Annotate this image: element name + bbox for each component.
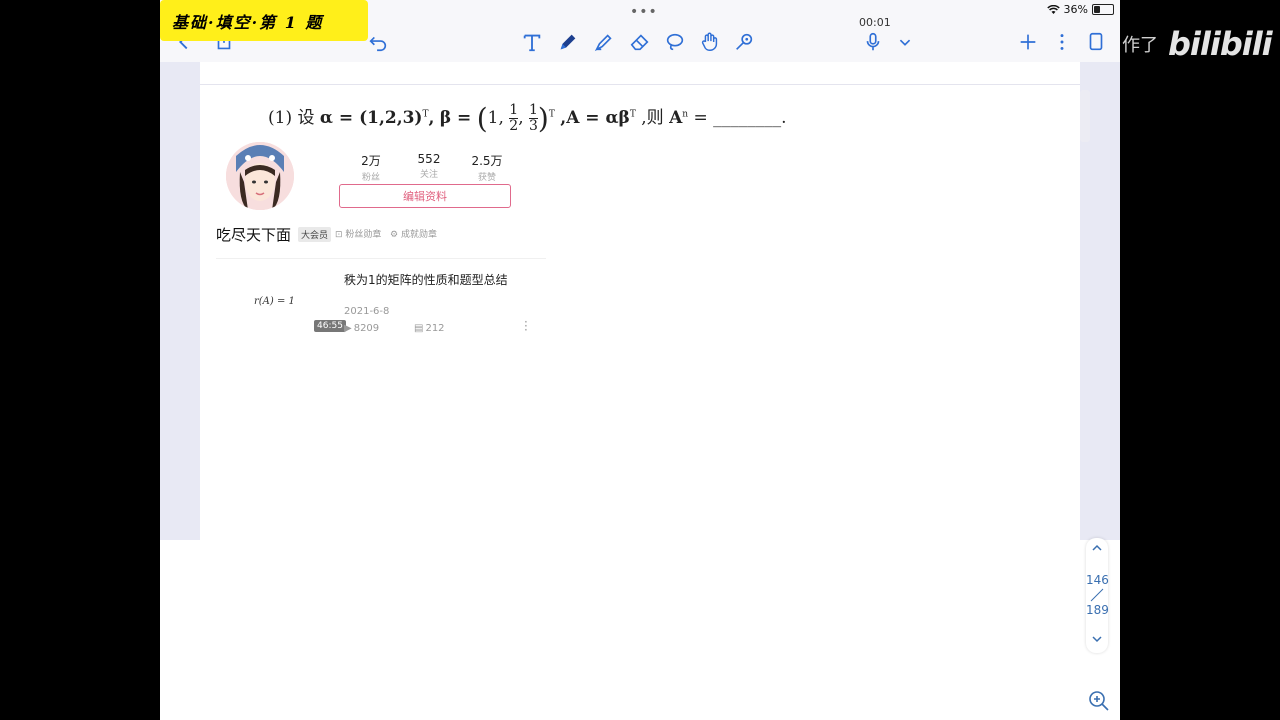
page-separator (1090, 588, 1104, 602)
microphone-icon[interactable] (861, 30, 885, 54)
chevron-down-icon[interactable] (893, 30, 917, 54)
bilibili-profile-overlay: 2万 粉丝 552 关注 2.5万 获赞 编辑资料 吃尽天下面 大会员 ⊡ 粉丝勋章 … (206, 138, 546, 348)
zoom-in-icon (1089, 691, 1109, 711)
beta-first: 1, (487, 108, 504, 128)
problem-number: (1) (268, 108, 293, 128)
hand-icon[interactable] (698, 30, 722, 54)
profile-stats: 2万 粉丝 552 关注 2.5万 获赞 (342, 152, 516, 183)
A-def-transpose: T (629, 109, 636, 120)
question-badge: 基础·填空·第 1 题 (160, 0, 368, 41)
edit-profile-button[interactable]: 编辑资料 (339, 184, 511, 208)
current-page: 146 (1086, 573, 1109, 587)
lasso-icon[interactable] (663, 30, 687, 54)
more-icon[interactable] (1050, 30, 1074, 54)
problem-statement: (1) 设 α = (1,2,3)T, β = (1, 12, 1 3)T ,A … (268, 102, 787, 135)
problem-prefix: 设 (297, 108, 315, 128)
video-comments: ▤ 212 (414, 323, 445, 334)
username: 吃尽天下面 (216, 226, 292, 244)
fraction-one-half: 12 (509, 102, 519, 134)
add-icon[interactable] (1016, 30, 1040, 54)
divider (216, 258, 546, 259)
recording-timer: 00:01 (859, 16, 891, 29)
video-views: ▶ 8209 (344, 323, 380, 334)
stat-following[interactable]: 552 关注 (400, 152, 458, 183)
vertical-scrollbar[interactable] (1080, 90, 1090, 142)
video-duration: 46:55 (314, 320, 346, 332)
beta-transpose: T (548, 109, 555, 120)
stat-fans[interactable]: 2万 粉丝 (342, 152, 400, 183)
bilibili-watermark: 作了 bilibili (1122, 22, 1273, 66)
more-options-icon[interactable]: · · · (524, 316, 528, 336)
comment-icon: ▤ (414, 323, 424, 334)
gear-icon: ⚙ (390, 230, 401, 240)
undo-icon[interactable] (366, 30, 390, 54)
alpha-definition: α = (1,2,3) (319, 108, 423, 128)
page-down-icon[interactable] (1090, 633, 1104, 648)
battery-fill (1094, 6, 1100, 13)
highlighter-icon[interactable] (592, 30, 616, 54)
wifi-icon (1046, 4, 1060, 14)
avatar[interactable] (226, 142, 294, 210)
watermark-text: 作了 (1122, 35, 1158, 56)
video-thumbnail[interactable]: r(A) = 1 46:55 (220, 288, 346, 334)
period: . (781, 108, 787, 128)
vip-badge: 大会员 (298, 227, 332, 242)
A-definition: ,A = αβ (560, 108, 630, 128)
pen-tool-icon[interactable] (556, 30, 580, 54)
fan-medal[interactable]: ⊡ 粉丝勋章 (335, 227, 381, 240)
multitask-dots[interactable]: ••• (630, 4, 658, 20)
answer-blank: ________ (713, 108, 782, 128)
fraction-one-third: 13 (529, 102, 538, 134)
battery-icon (1092, 4, 1114, 15)
A-power-base: A (669, 108, 683, 128)
video-date: 2021-6-8 (344, 306, 390, 317)
A-power-exponent: n (682, 109, 689, 120)
ipad-screen: ••• 00:01 36% 基础·填空·第 1 题 (1) 设 α = (1,2… (160, 0, 1120, 720)
battery-percent: 36% (1063, 3, 1088, 16)
page-up-icon[interactable] (1090, 542, 1104, 557)
status-bar: 36% (1046, 3, 1114, 16)
thumbnail-text: r(A) = 1 (254, 296, 295, 307)
previous-page-edge (200, 62, 1080, 85)
play-icon: ▶ (344, 323, 352, 334)
text-tool-icon[interactable] (520, 30, 544, 54)
beta-prefix: β = (439, 108, 472, 128)
zoom-button[interactable] (1084, 686, 1114, 716)
stat-likes[interactable]: 2.5万 获赞 (458, 152, 516, 183)
total-pages: 189 (1086, 603, 1109, 617)
then-text: ,则 (641, 108, 664, 128)
video-title[interactable]: 秩为1的矩阵的性质和题型总结 (344, 271, 508, 288)
achievement-medal[interactable]: ⚙ 成就勋章 (390, 227, 437, 240)
bilibili-logo: bilibili (1168, 25, 1273, 63)
shape-icon[interactable] (732, 30, 756, 54)
pages-icon[interactable] (1084, 30, 1108, 54)
page-indicator[interactable]: 146 189 (1086, 538, 1109, 653)
medal-icon: ⊡ (335, 230, 346, 240)
equals-sign: = (693, 108, 708, 128)
eraser-icon[interactable] (628, 30, 652, 54)
